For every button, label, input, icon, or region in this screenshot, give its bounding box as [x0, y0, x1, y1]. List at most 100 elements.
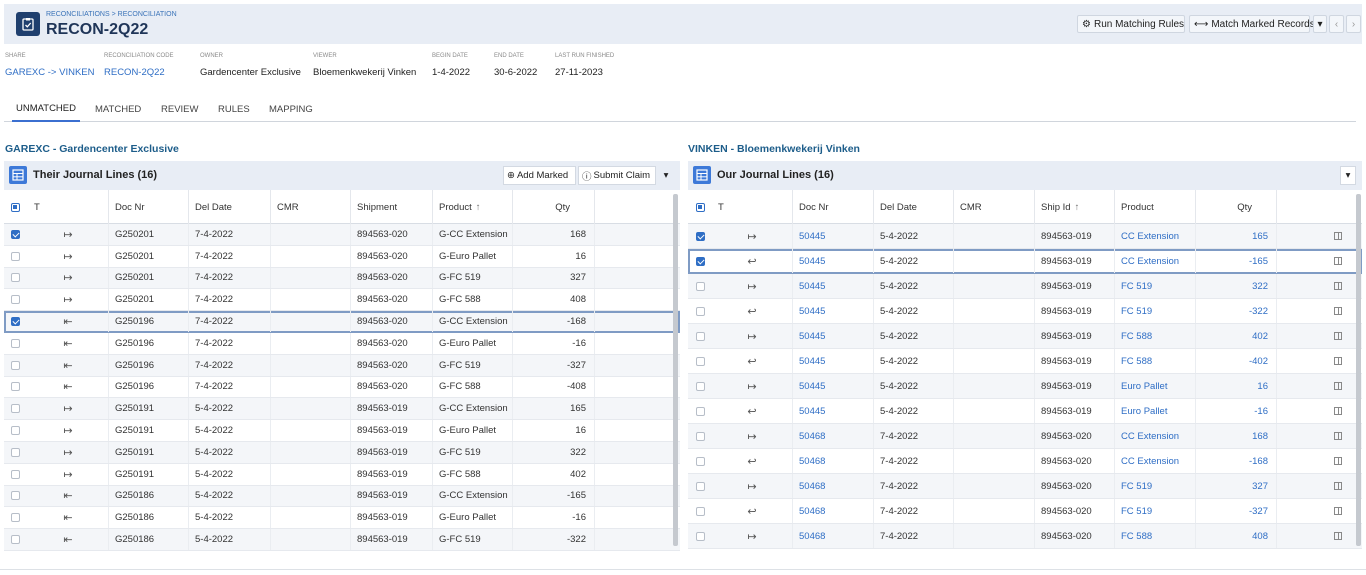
- table-row[interactable]: ↦ 50468 7-4-2022 894563-020 FC 519 327: [688, 474, 1362, 499]
- row-checkbox[interactable]: [688, 399, 712, 423]
- detail-panel-icon[interactable]: [1334, 332, 1342, 340]
- row-checkbox[interactable]: [688, 424, 712, 448]
- add-marked-button[interactable]: ⊕ Add Marked: [503, 166, 576, 185]
- row-detail-cell[interactable]: [1276, 524, 1356, 548]
- row-detail-cell[interactable]: [1276, 449, 1356, 473]
- row-checkbox[interactable]: [4, 529, 26, 550]
- more-actions-dropdown[interactable]: ▾: [1313, 15, 1327, 33]
- row-detail-cell[interactable]: [1276, 299, 1356, 323]
- column-header-qty[interactable]: Qty: [1195, 190, 1276, 224]
- table-row[interactable]: ⇤ G250186 5-4-2022 894563-019 G-FC 519 -322: [4, 529, 680, 551]
- table-row[interactable]: ↦ G250201 7-4-2022 894563-020 G-FC 519 327: [4, 267, 680, 290]
- product-cell[interactable]: FC 519: [1114, 299, 1195, 323]
- detail-panel-icon[interactable]: [1334, 482, 1342, 490]
- table-row[interactable]: ↦ 50445 5-4-2022 894563-019 FC 519 322: [688, 274, 1362, 299]
- detail-panel-icon[interactable]: [1334, 357, 1342, 365]
- table-row[interactable]: ↦ 50468 7-4-2022 894563-020 FC 588 408: [688, 524, 1362, 549]
- qty-cell[interactable]: -327: [1195, 499, 1276, 523]
- table-row[interactable]: ⇤ G250196 7-4-2022 894563-020 G-CC Extension…: [4, 311, 680, 333]
- qty-cell[interactable]: 402: [1195, 324, 1276, 348]
- row-detail-cell[interactable]: [1276, 274, 1356, 298]
- table-row[interactable]: ⇤ G250186 5-4-2022 894563-019 G-CC Extension…: [4, 485, 680, 508]
- next-record-button[interactable]: ›: [1346, 15, 1361, 33]
- run-matching-rules-button[interactable]: ⚙ Run Matching Rules: [1077, 15, 1185, 33]
- breadcrumb[interactable]: RECONCILIATIONS > RECONCILIATION: [46, 11, 177, 18]
- row-checkbox[interactable]: [4, 398, 26, 419]
- row-detail-cell[interactable]: [1276, 374, 1356, 398]
- detail-panel-icon[interactable]: [1334, 307, 1342, 315]
- qty-cell[interactable]: -16: [1195, 399, 1276, 423]
- row-checkbox[interactable]: [688, 474, 712, 498]
- row-checkbox[interactable]: [4, 377, 26, 398]
- select-all-checkbox[interactable]: [688, 190, 712, 224]
- column-header-doc-nr[interactable]: Doc Nr: [792, 190, 872, 224]
- row-detail-cell[interactable]: [1276, 399, 1356, 423]
- previous-record-button[interactable]: ‹: [1329, 15, 1344, 33]
- column-header-doc-nr[interactable]: Doc Nr: [108, 190, 188, 224]
- product-cell[interactable]: FC 588: [1114, 524, 1195, 548]
- column-header-qty[interactable]: Qty: [512, 190, 594, 224]
- table-row[interactable]: ↩ 50468 7-4-2022 894563-020 FC 519 -327: [688, 499, 1362, 524]
- detail-panel-icon[interactable]: [1334, 457, 1342, 465]
- column-header-ship-id[interactable]: Ship Id ↑: [1034, 190, 1114, 224]
- product-cell[interactable]: FC 588: [1114, 349, 1195, 373]
- doc-nr-cell[interactable]: 50468: [792, 524, 873, 548]
- table-row[interactable]: ↩ 50468 7-4-2022 894563-020 CC Extension -168: [688, 449, 1362, 474]
- detail-panel-icon[interactable]: [1334, 382, 1342, 390]
- table-row[interactable]: ⇤ G250196 7-4-2022 894563-020 G-FC 588 -408: [4, 376, 680, 399]
- table-row[interactable]: ↩ 50445 5-4-2022 894563-019 FC 588 -402: [688, 349, 1362, 374]
- row-checkbox[interactable]: [688, 524, 712, 548]
- row-detail-cell[interactable]: [1276, 499, 1356, 523]
- doc-nr-cell[interactable]: 50468: [792, 499, 873, 523]
- doc-nr-cell[interactable]: 50468: [792, 424, 873, 448]
- row-checkbox[interactable]: [4, 420, 26, 441]
- doc-nr-cell[interactable]: 50445: [792, 349, 873, 373]
- qty-cell[interactable]: -322: [1195, 299, 1276, 323]
- table-row[interactable]: ↦ 50445 5-4-2022 894563-019 CC Extension 165: [688, 224, 1362, 249]
- column-header-product[interactable]: Product: [1114, 190, 1195, 224]
- qty-cell[interactable]: 16: [1195, 374, 1276, 398]
- qty-cell[interactable]: -168: [1195, 449, 1276, 473]
- row-checkbox[interactable]: [4, 507, 26, 528]
- qty-cell[interactable]: -165: [1195, 249, 1276, 273]
- column-header-del-date[interactable]: Del Date: [188, 190, 270, 224]
- table-row[interactable]: ↩ 50445 5-4-2022 894563-019 CC Extension -165: [688, 249, 1362, 274]
- row-checkbox[interactable]: [688, 274, 712, 298]
- qty-cell[interactable]: 327: [1195, 474, 1276, 498]
- table-row[interactable]: ⇤ G250196 7-4-2022 894563-020 G-FC 519 -327: [4, 354, 680, 377]
- product-cell[interactable]: FC 588: [1114, 324, 1195, 348]
- column-header-del-date[interactable]: Del Date: [873, 190, 953, 224]
- doc-nr-cell[interactable]: 50445: [792, 249, 873, 273]
- detail-panel-icon[interactable]: [1334, 432, 1342, 440]
- row-checkbox[interactable]: [4, 355, 26, 376]
- tab-matched[interactable]: MATCHED: [95, 96, 141, 122]
- table-row[interactable]: ↦ G250201 7-4-2022 894563-020 G-CC Extension…: [4, 224, 680, 246]
- column-header-type[interactable]: T: [712, 190, 792, 224]
- row-detail-cell[interactable]: [1276, 224, 1356, 248]
- tab-rules[interactable]: RULES: [218, 96, 250, 122]
- row-checkbox[interactable]: [688, 324, 712, 348]
- row-checkbox[interactable]: [688, 349, 712, 373]
- doc-nr-cell[interactable]: 50468: [792, 449, 873, 473]
- detail-panel-icon[interactable]: [1334, 232, 1342, 240]
- column-header-cmr[interactable]: CMR: [270, 190, 350, 224]
- qty-cell[interactable]: -402: [1195, 349, 1276, 373]
- table-row[interactable]: ⇤ G250186 5-4-2022 894563-019 G-Euro Pallet -…: [4, 507, 680, 530]
- row-checkbox[interactable]: [4, 268, 26, 289]
- row-checkbox[interactable]: [4, 246, 26, 267]
- product-cell[interactable]: Euro Pallet: [1114, 399, 1195, 423]
- row-checkbox[interactable]: [4, 311, 26, 332]
- product-cell[interactable]: CC Extension: [1114, 424, 1195, 448]
- match-marked-records-button[interactable]: ⟷ Match Marked Records: [1189, 15, 1315, 33]
- product-cell[interactable]: CC Extension: [1114, 249, 1195, 273]
- table-row[interactable]: ↦ 50445 5-4-2022 894563-019 Euro Pallet 16: [688, 374, 1362, 399]
- row-checkbox[interactable]: [688, 249, 712, 273]
- doc-nr-cell[interactable]: 50445: [792, 399, 873, 423]
- product-cell[interactable]: FC 519: [1114, 274, 1195, 298]
- row-checkbox[interactable]: [688, 374, 712, 398]
- row-detail-cell[interactable]: [1276, 424, 1356, 448]
- product-cell[interactable]: CC Extension: [1114, 449, 1195, 473]
- row-detail-cell[interactable]: [1276, 474, 1356, 498]
- row-checkbox[interactable]: [4, 486, 26, 507]
- detail-panel-icon[interactable]: [1334, 282, 1342, 290]
